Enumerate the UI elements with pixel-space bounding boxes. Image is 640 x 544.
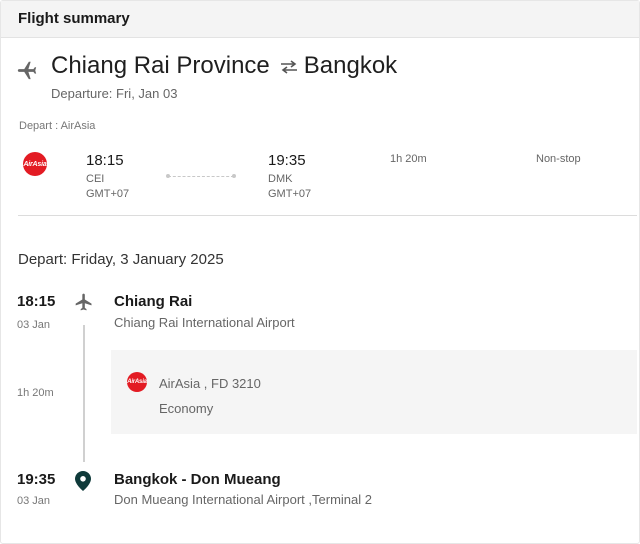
arrival-timezone: GMT+07	[268, 188, 312, 200]
arrival-code: DMK	[268, 173, 293, 185]
timeline-line	[83, 325, 85, 462]
departure-time: 18:15	[86, 152, 124, 169]
airasia-logo: AirAsia	[127, 372, 147, 392]
origin-date: 03 Jan	[17, 319, 51, 331]
segment-duration: 1h 20m	[17, 387, 54, 399]
origin-airport: Chiang Rai International Airport	[114, 315, 295, 330]
route-dashed-line	[168, 176, 234, 177]
swap-arrows-icon	[280, 53, 298, 81]
segment-cabin-class: Economy	[159, 401, 214, 416]
stops-label: Non-stop	[536, 153, 581, 165]
route-dot-end	[232, 174, 236, 178]
departure-timezone: GMT+07	[86, 188, 130, 200]
route-dot-start	[166, 174, 170, 178]
flight-summary-card	[0, 0, 640, 544]
depart-heading: Depart: Friday, 3 January 2025	[18, 251, 224, 268]
destination-time: 19:35	[17, 471, 56, 488]
destination-name: Bangkok - Don Mueang	[114, 471, 281, 488]
airplane-icon	[74, 292, 94, 317]
departure-code: CEI	[86, 173, 105, 185]
origin-city: Chiang Rai Province	[51, 52, 270, 79]
flight-duration: 1h 20m	[390, 153, 427, 165]
destination-airport: Don Mueang International Airport ,Termin…	[114, 492, 372, 507]
origin-time: 18:15	[17, 293, 56, 310]
summary-title: Flight summary	[18, 10, 130, 27]
segment-airline-flight: AirAsia , FD 3210	[159, 376, 261, 391]
route-title: Chiang Rai Province Bangkok	[51, 52, 397, 81]
summary-header: Flight summary	[1, 1, 639, 38]
destination-date: 03 Jan	[17, 495, 51, 507]
departure-date: Departure: Fri, Jan 03	[51, 86, 178, 101]
airasia-logo: AirAsia	[23, 152, 47, 176]
location-pin-icon	[75, 471, 91, 496]
origin-name: Chiang Rai	[114, 293, 193, 310]
divider	[18, 215, 637, 216]
depart-airline-label: Depart : AirAsia	[19, 120, 96, 132]
segment-card	[111, 350, 637, 434]
arrival-time: 19:35	[268, 152, 306, 169]
destination-city: Bangkok	[303, 52, 398, 79]
airplane-icon	[16, 59, 38, 86]
